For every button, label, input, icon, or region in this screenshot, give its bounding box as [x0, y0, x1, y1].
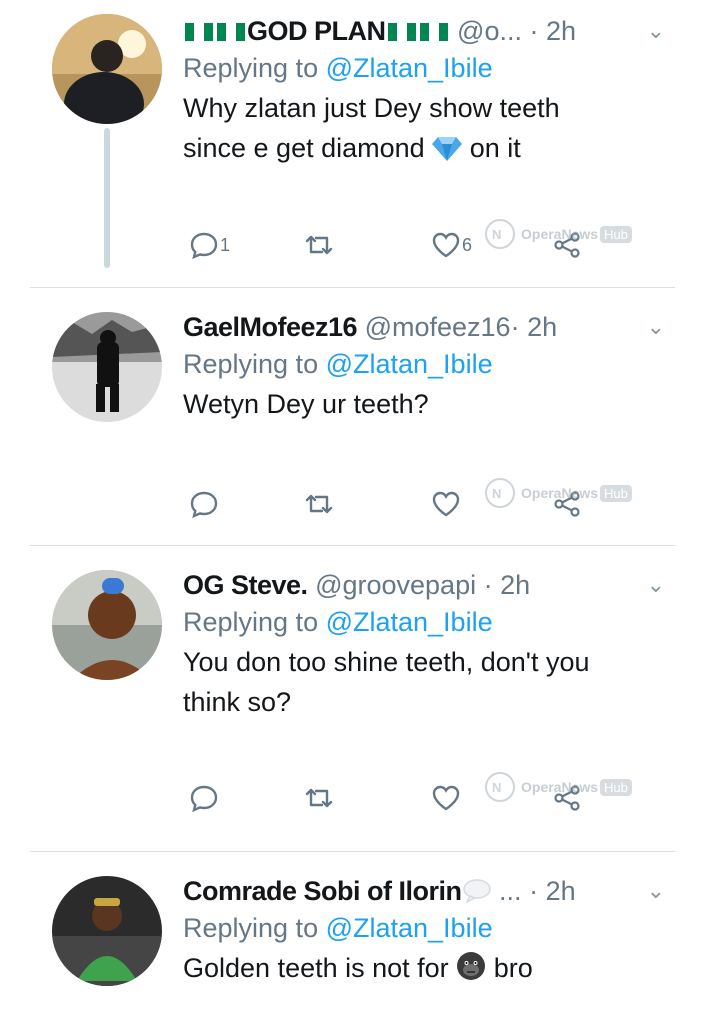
speech-bubble-icon	[462, 878, 492, 912]
replying-to: Replying to @Zlatan_Ibile	[183, 607, 493, 637]
reply-icon	[190, 232, 218, 260]
display-name[interactable]: OG Steve.	[183, 570, 308, 600]
tweet[interactable]: GOD PLAN @o... · 2h ⌄ Replying to @Zlata…	[0, 0, 705, 288]
nigeria-flag	[185, 15, 213, 41]
svg-text:N: N	[492, 780, 501, 795]
separator: ·	[529, 16, 539, 46]
tweet-header: GOD PLAN @o... · 2h ⌄	[183, 14, 665, 48]
tweet[interactable]: GaelMofeez16 @mofeez16· 2h ⌄ Replying to…	[0, 288, 705, 546]
nigeria-flag	[419, 15, 448, 41]
reply-button[interactable]	[188, 778, 220, 818]
separator: ·	[483, 570, 493, 600]
tweet[interactable]: OG Steve. @groovepapi · 2h ⌄ Replying to…	[0, 546, 705, 852]
tweet-feed: GOD PLAN @o... · 2h ⌄ Replying to @Zlata…	[0, 0, 705, 1024]
avatar[interactable]	[52, 876, 162, 986]
timestamp[interactable]: 2h	[500, 570, 530, 600]
mention-link[interactable]: @Zlatan_Ibile	[326, 913, 493, 943]
like-button[interactable]: 6	[430, 225, 472, 265]
tweet-text: You don too shine teeth, don't you think…	[183, 647, 590, 717]
reply-button[interactable]	[188, 484, 220, 524]
username[interactable]: @mofeez16	[365, 312, 511, 342]
watermark-logo-icon: N	[485, 772, 515, 802]
reply-icon	[190, 785, 218, 813]
thread-line	[104, 128, 110, 268]
replying-to: Replying to @Zlatan_Ibile	[183, 53, 493, 83]
display-name[interactable]: GOD PLAN	[247, 16, 386, 46]
username[interactable]: @o...	[457, 16, 522, 46]
svg-text:N: N	[492, 227, 501, 242]
tweet-actions: N OperaNews Hub	[183, 772, 673, 818]
reply-count: 1	[220, 234, 231, 255]
retweet-button[interactable]	[303, 778, 335, 818]
chevron-down-icon[interactable]: ⌄	[647, 310, 665, 344]
like-icon	[432, 785, 460, 811]
diamond-emoji	[432, 132, 463, 172]
reply-button[interactable]: 1	[188, 225, 230, 265]
chevron-down-icon[interactable]: ⌄	[647, 14, 665, 48]
separator: ·	[529, 876, 539, 906]
retweet-button[interactable]	[303, 225, 335, 265]
timestamp[interactable]: 2h	[546, 876, 576, 906]
like-icon	[432, 232, 460, 258]
retweet-icon	[305, 235, 333, 255]
nigeria-flag	[217, 15, 245, 41]
retweet-icon	[305, 494, 333, 514]
avatar[interactable]	[52, 312, 162, 422]
watermark: N OperaNews Hub	[483, 770, 632, 804]
display-name[interactable]: GaelMofeez16	[183, 312, 358, 342]
tweet-text: Why zlatan just Dey show teeth since e g…	[183, 88, 665, 172]
watermark-logo-icon: N	[485, 478, 515, 508]
tweet-text: Wetyn Dey ur teeth?	[183, 389, 429, 419]
nigeria-flag	[387, 15, 416, 41]
separator: ·	[510, 312, 520, 342]
watermark-logo-icon: N	[485, 219, 515, 249]
tweet-text: Golden teeth is not for bro	[183, 948, 665, 992]
like-button[interactable]	[430, 484, 462, 524]
display-name[interactable]: Comrade Sobi of Ilorin	[183, 876, 462, 906]
replying-to: Replying to @Zlatan_Ibile	[183, 349, 493, 379]
timestamp[interactable]: 2h	[546, 16, 576, 46]
svg-text:N: N	[492, 486, 501, 501]
tweet-header: OG Steve. @groovepapi · 2h ⌄	[183, 568, 665, 602]
tweet-header: GaelMofeez16 @mofeez16· 2h ⌄	[183, 310, 665, 344]
watermark: N OperaNews Hub	[483, 217, 632, 251]
reply-icon	[190, 491, 218, 519]
timestamp[interactable]: 2h	[527, 312, 557, 342]
retweet-button[interactable]	[303, 484, 335, 524]
chevron-down-icon[interactable]: ⌄	[647, 568, 665, 602]
watermark: N OperaNews Hub	[483, 476, 632, 510]
tweet-header: Comrade Sobi of Ilorin ... · 2h ⌄	[183, 874, 665, 908]
tweet-actions: 1 6 N OperaNews Hub	[183, 219, 673, 265]
like-count: 6	[462, 234, 473, 255]
mention-link[interactable]: @Zlatan_Ibile	[326, 53, 493, 83]
chevron-down-icon[interactable]: ⌄	[647, 874, 665, 908]
like-icon	[432, 491, 460, 517]
gorilla-emoji	[456, 951, 486, 992]
mention-link[interactable]: @Zlatan_Ibile	[326, 349, 493, 379]
like-button[interactable]	[430, 778, 462, 818]
tweet-actions: N OperaNews Hub	[183, 478, 673, 524]
username[interactable]: ...	[499, 876, 522, 906]
avatar[interactable]	[52, 14, 162, 124]
avatar[interactable]	[52, 570, 162, 680]
mention-link[interactable]: @Zlatan_Ibile	[326, 607, 493, 637]
retweet-icon	[305, 788, 333, 808]
replying-to: Replying to @Zlatan_Ibile	[183, 913, 493, 943]
tweet[interactable]: Comrade Sobi of Ilorin ... · 2h ⌄ Replyi…	[0, 852, 705, 1024]
username[interactable]: @groovepapi	[315, 570, 476, 600]
